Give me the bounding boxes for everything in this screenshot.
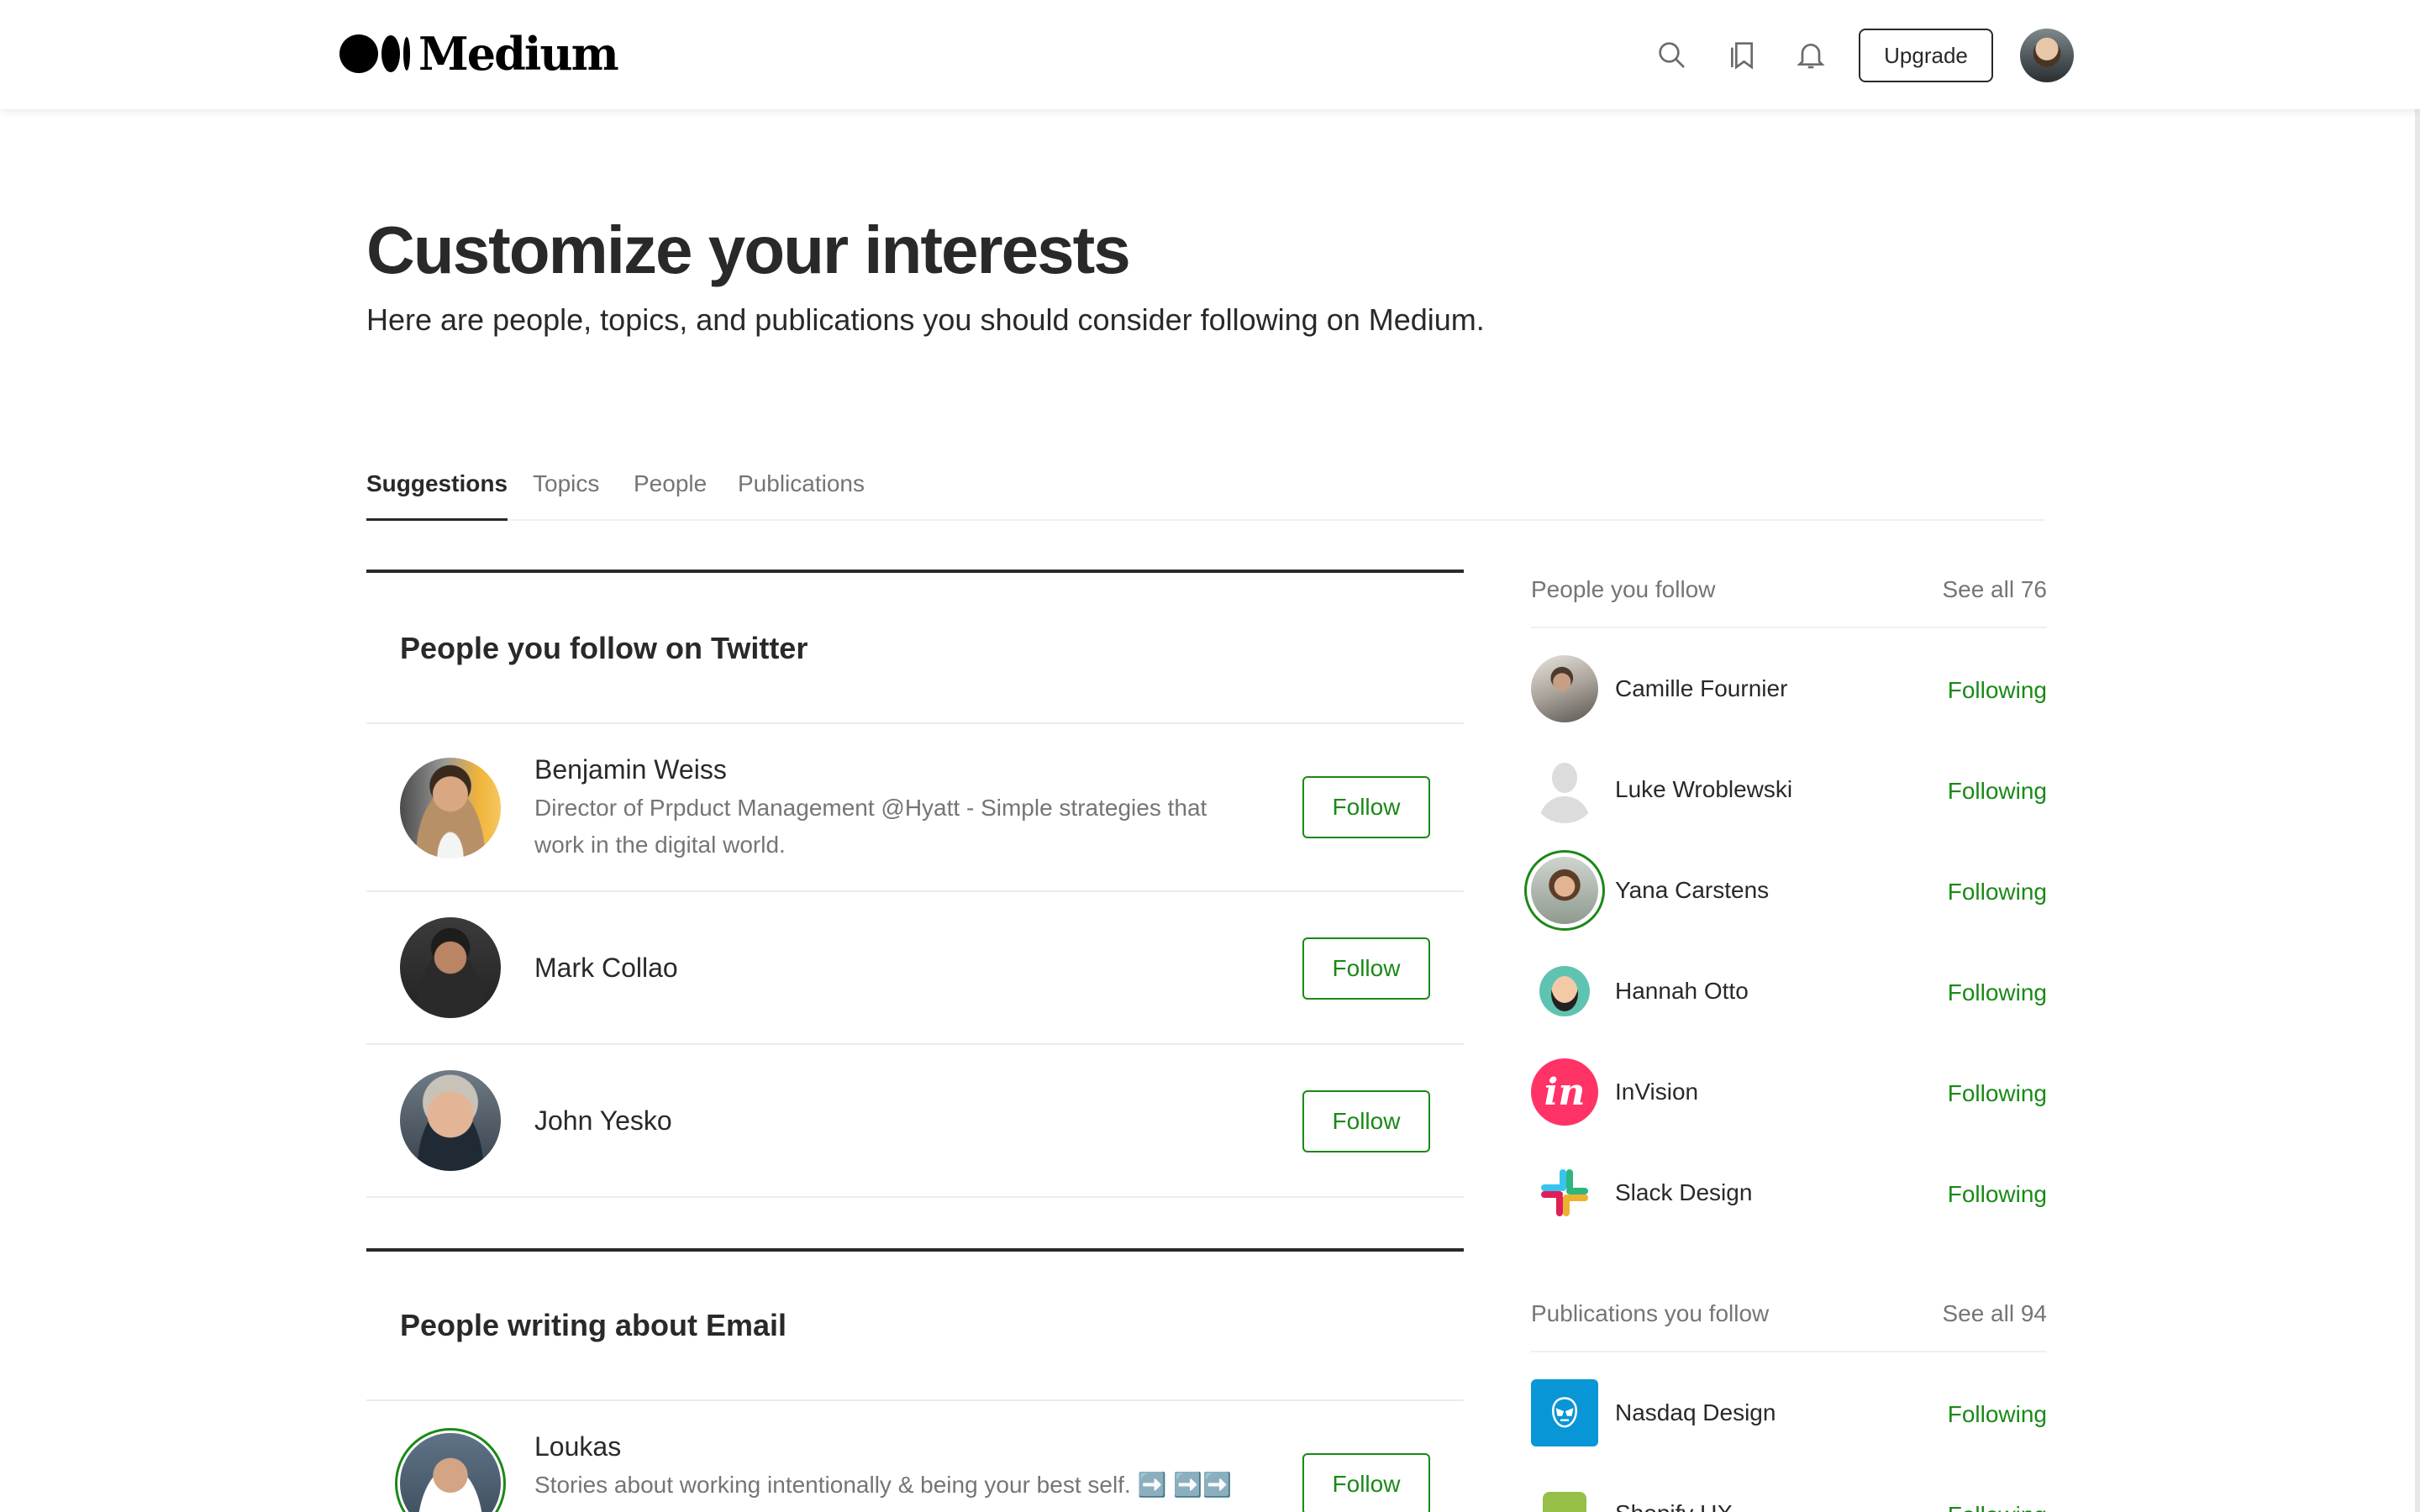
invision-logo-icon[interactable]: in (1531, 1058, 1598, 1126)
section-title-email: People writing about Email (400, 1308, 787, 1342)
tab-suggestions[interactable]: Suggestions (366, 467, 508, 521)
avatar-hannah-otto[interactable] (1531, 958, 1598, 1025)
avatar-mark-collao[interactable] (400, 917, 501, 1018)
following-status[interactable]: Following (1944, 1500, 2047, 1512)
following-status[interactable]: Following (1944, 675, 2047, 706)
page-title: Customize your interests (366, 213, 1131, 287)
person-name[interactable]: Benjamin Weiss (534, 753, 727, 786)
followed-name[interactable]: Yana Carstens (1615, 875, 1769, 906)
shopify-ux-logo-icon[interactable] (1531, 1480, 1598, 1512)
bell-icon[interactable] (1790, 34, 1832, 76)
person-bio: Stories about working intentionally & be… (534, 1472, 1232, 1498)
follow-button[interactable]: Follow (1302, 937, 1430, 1000)
following-status[interactable]: Following (1944, 1079, 2047, 1109)
tab-publications[interactable]: Publications (738, 467, 865, 521)
people-you-follow-header: People you follow See all 76 (1531, 575, 2047, 628)
followed-name[interactable]: Camille Fournier (1615, 674, 1787, 704)
following-status[interactable]: Following (1944, 877, 2047, 907)
followed-name[interactable]: Luke Wroblewski (1615, 774, 1792, 805)
page: Medium Upgrade Customize your interests … (0, 0, 2420, 1512)
people-you-follow-heading: People you follow (1531, 576, 1716, 602)
row-divider (366, 722, 1464, 724)
scrollbar[interactable] (2415, 0, 2420, 1512)
nasdaq-design-logo-icon[interactable] (1531, 1379, 1598, 1446)
logo-text: Medium (418, 27, 619, 81)
person-name[interactable]: John Yesko (534, 1104, 672, 1137)
tab-people[interactable]: People (634, 467, 707, 521)
following-status[interactable]: Following (1944, 776, 2047, 806)
row-divider (366, 890, 1464, 892)
top-nav: Medium Upgrade (0, 0, 2420, 109)
following-status[interactable]: Following (1944, 1399, 2047, 1430)
upgrade-button[interactable]: Upgrade (1859, 29, 1993, 82)
medium-logo-mark-icon (339, 34, 410, 73)
person-bio: Director of Prpduct Management @Hyatt - … (534, 795, 1207, 858)
person-name[interactable]: Loukas (534, 1430, 621, 1463)
avatar-benjamin-weiss[interactable] (400, 758, 501, 858)
slack-logo-icon[interactable] (1531, 1159, 1598, 1226)
follow-button[interactable]: Follow (1302, 1090, 1430, 1152)
invision-logo-text: in (1544, 1070, 1586, 1114)
avatar-luke-wroblewski[interactable] (1531, 756, 1598, 823)
row-divider (366, 1196, 1464, 1198)
following-status[interactable]: Following (1944, 978, 2047, 1008)
user-avatar[interactable] (2020, 29, 2074, 82)
following-status[interactable]: Following (1944, 1179, 2047, 1210)
followed-publication-name[interactable]: Shopify UX (1615, 1499, 1733, 1512)
follow-button[interactable]: Follow (1302, 1453, 1430, 1512)
person-name[interactable]: Mark Collao (534, 951, 678, 984)
followed-name[interactable]: Hannah Otto (1615, 976, 1749, 1006)
follow-button[interactable]: Follow (1302, 776, 1430, 838)
avatar-camille-fournier[interactable] (1531, 655, 1598, 722)
interest-tabs: Suggestions Topics People Publications (366, 467, 2045, 521)
search-icon[interactable] (1650, 34, 1692, 76)
medium-logo[interactable]: Medium (339, 27, 619, 81)
bookmarks-icon[interactable] (1721, 34, 1763, 76)
followed-name[interactable]: Slack Design (1615, 1178, 1752, 1208)
section-title-twitter: People you follow on Twitter (400, 631, 808, 665)
row-divider (366, 1043, 1464, 1045)
publications-you-follow-heading: Publications you follow (1531, 1300, 1770, 1326)
row-divider (366, 1399, 1464, 1401)
page-subtitle: Here are people, topics, and publication… (366, 302, 1485, 337)
see-all-publications-link[interactable]: See all 94 (1942, 1299, 2047, 1329)
publications-you-follow-header: Publications you follow See all 94 (1531, 1299, 2047, 1352)
section-divider (366, 570, 1464, 573)
see-all-people-link[interactable]: See all 76 (1942, 575, 2047, 605)
tab-topics[interactable]: Topics (533, 467, 599, 521)
followed-name[interactable]: InVision (1615, 1077, 1698, 1107)
section-divider (366, 1248, 1464, 1252)
avatar-yana-carstens[interactable] (1531, 857, 1598, 924)
avatar-john-yesko[interactable] (400, 1070, 501, 1171)
followed-publication-name[interactable]: Nasdaq Design (1615, 1398, 1776, 1428)
